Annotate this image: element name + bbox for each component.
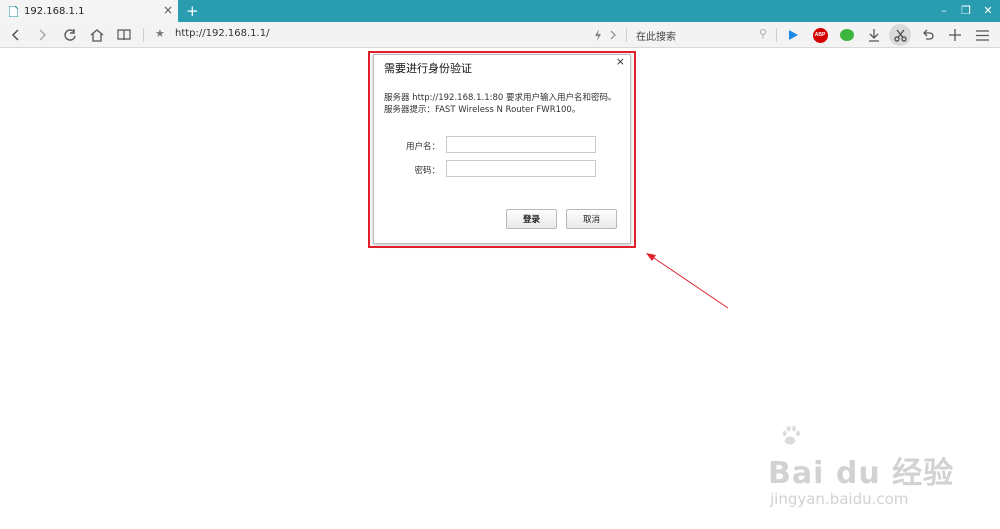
tab-close-icon[interactable]: × — [163, 3, 173, 17]
reader-icon[interactable] — [114, 26, 134, 44]
page-icon — [8, 5, 19, 17]
window-close-icon[interactable]: ✕ — [976, 0, 1000, 22]
back-icon[interactable] — [6, 26, 26, 44]
toolbar: ★ http://192.168.1.1/ 在此搜索 ⚲ ABP — [0, 22, 1000, 48]
tab-strip: 192.168.1.1 × + – ❐ ✕ — [0, 0, 1000, 22]
watermark-url: jingyan.baidu.com — [770, 490, 909, 508]
reload-icon[interactable] — [60, 26, 80, 44]
toolbar-separator — [776, 28, 777, 42]
tab-192-168-1-1[interactable]: 192.168.1.1 × — [0, 0, 178, 22]
wechat-icon[interactable] — [837, 26, 857, 44]
watermark-logo-text: Bai du 经验 — [768, 456, 955, 491]
new-tab-button[interactable]: + — [186, 0, 199, 22]
highlight-box — [368, 51, 636, 248]
toolbar-separator — [626, 28, 627, 42]
annotation-arrow — [646, 253, 729, 309]
forward-icon[interactable] — [32, 26, 52, 44]
download-icon[interactable] — [864, 26, 884, 44]
toolbar-separator — [143, 28, 144, 42]
minimize-icon[interactable]: – — [932, 0, 956, 22]
play-icon[interactable] — [783, 26, 803, 44]
home-icon[interactable] — [87, 26, 107, 44]
plus-icon[interactable] — [945, 26, 965, 44]
undo-icon[interactable] — [918, 26, 938, 44]
star-icon[interactable]: ★ — [155, 27, 165, 40]
chevron-right-icon[interactable] — [603, 26, 623, 44]
menu-icon[interactable] — [972, 26, 992, 44]
scissors-icon[interactable] — [889, 24, 911, 46]
address-bar[interactable]: http://192.168.1.1/ — [175, 28, 269, 39]
search-input[interactable]: 在此搜索 — [636, 28, 676, 43]
search-icon[interactable]: ⚲ — [759, 27, 767, 40]
restore-icon[interactable]: ❐ — [954, 0, 978, 22]
tab-title: 192.168.1.1 — [24, 5, 85, 17]
abp-icon[interactable]: ABP — [810, 26, 830, 44]
